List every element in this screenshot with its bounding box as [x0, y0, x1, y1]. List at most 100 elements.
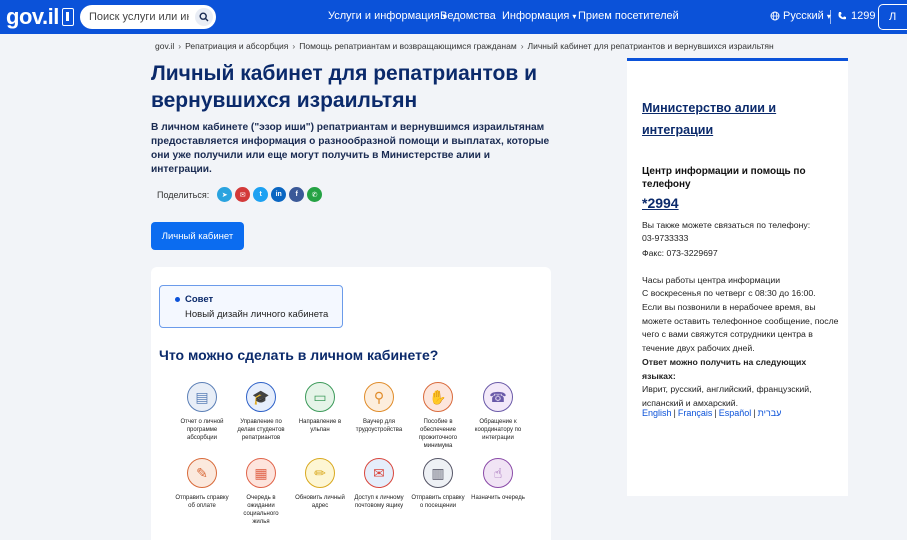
feature-tile-label: Обновить личный адрес — [295, 495, 345, 509]
share-label: Поделиться: — [157, 189, 210, 200]
nav-label: Услуги и информация — [328, 10, 440, 22]
feature-tile[interactable]: ☝ Назначить очередь — [471, 458, 525, 502]
lang-link-english[interactable]: English — [642, 408, 672, 418]
phone-hand-icon: ☎ — [483, 382, 513, 412]
nav-ministries[interactable]: Ведомства — [440, 10, 496, 22]
info-center-heading: Центр информации и помощь по телефону — [642, 166, 806, 190]
feature-tile[interactable]: ✉ Доступ к личному почтовому ящику — [352, 458, 406, 510]
also-phone[interactable]: 03-9733333 — [642, 232, 842, 246]
nav-label: Информация — [502, 10, 570, 22]
also-phone-label: Вы также можете связаться по телефону: — [642, 220, 811, 230]
breadcrumb-separator: › — [292, 41, 296, 51]
globe-icon — [770, 11, 780, 21]
features-card: Совет Новый дизайн личного кабинета Что … — [151, 267, 551, 540]
chevron-down-icon: ▾ — [572, 11, 577, 21]
lang-link-french[interactable]: Français — [678, 408, 713, 418]
feature-tile[interactable]: ✋ Пособие в обеспечение прожиточного мини… — [411, 382, 465, 450]
money-hand-icon: ✋ — [423, 382, 453, 412]
feature-tile[interactable]: ▭ Направление в ульпан — [293, 382, 347, 434]
nav-label: Прием посетителей — [578, 10, 679, 22]
hotline-link[interactable]: *2994 — [642, 195, 679, 211]
feature-tile[interactable]: 🎓 Управление по делам студентов репатриан… — [234, 382, 288, 442]
nav-information[interactable]: Информация ▾ — [502, 10, 576, 22]
linkedin-icon[interactable]: in — [271, 187, 287, 202]
share-bar: Поделиться: ➤ ✉ t in f ✆ — [157, 187, 323, 202]
feature-tile[interactable]: ✎ Отправить справку об оплате — [175, 458, 229, 510]
twitter-icon[interactable]: t — [253, 187, 269, 202]
language-label: Русский — [783, 10, 824, 22]
breadcrumb: gov.il › Репатриация и абсорбция › Помощь … — [155, 41, 774, 51]
lang-link-hebrew[interactable]: עברית — [758, 408, 782, 418]
breadcrumb-current: Личный кабинет для репатриантов и вернув… — [527, 41, 774, 51]
breadcrumb-item[interactable]: Репатриация и абсорбция — [185, 41, 288, 51]
nav-label: Ведомства — [440, 10, 496, 22]
state-emblem-icon — [61, 8, 74, 26]
tip-box: Совет Новый дизайн личного кабинета — [159, 285, 343, 328]
divider — [830, 10, 831, 24]
board-icon: ▭ — [305, 382, 335, 412]
hours: С воскресенья по четверг с 08:30 до 16:0… — [642, 288, 816, 298]
breadcrumb-separator: › — [520, 41, 524, 51]
email-icon[interactable]: ✉ — [235, 187, 251, 202]
languages-text: Иврит, русский, английский, французский,… — [642, 384, 812, 408]
feature-tile-label: Назначить очередь — [471, 495, 525, 501]
graduation-icon: 🎓 — [246, 382, 276, 412]
whatsapp-icon[interactable]: ✆ — [307, 187, 323, 202]
document-pen-icon: ✎ — [187, 458, 217, 488]
breadcrumb-item[interactable]: gov.il — [155, 41, 174, 51]
after-hours-note: Если вы позвонили в нерабочее время, вы … — [642, 302, 839, 353]
calendar-icon: ▦ — [246, 458, 276, 488]
divider: | — [673, 408, 676, 418]
phone-number: 1299 — [851, 10, 876, 22]
login-button[interactable]: Л — [878, 4, 907, 30]
feature-tile-label: Пособие в обеспечение прожиточного миним… — [418, 419, 458, 449]
calendar-touch-icon: ☝ — [483, 458, 513, 488]
language-selector[interactable]: Русский ▾ — [770, 10, 831, 22]
phone-link[interactable]: 1299 — [837, 10, 875, 22]
feature-tile[interactable]: ▦ Очередь в ожидании социального жилья — [234, 458, 288, 526]
bullet-icon — [175, 297, 180, 302]
feature-tile[interactable]: ▤ Отчет о личной программе абсорбции — [175, 382, 229, 442]
search-box — [80, 5, 216, 29]
feature-tile[interactable]: ✏ Обновить личный адрес — [293, 458, 347, 510]
facebook-icon[interactable]: f — [289, 187, 305, 202]
feature-tile-label: Управление по делам студентов репатриант… — [237, 419, 285, 441]
languages-heading: Ответ можно получить на следующих языках… — [642, 357, 807, 381]
divider: | — [714, 408, 717, 418]
feature-tile-label: Доступ к личному почтовому ящику — [354, 495, 404, 509]
clipboard-icon: ▥ — [423, 458, 453, 488]
breadcrumb-item[interactable]: Помощь репатриантам и возвращающимся гра… — [299, 41, 516, 51]
feature-tile-label: Направление в ульпан — [298, 419, 342, 433]
tip-link[interactable]: Новый дизайн личного кабинета — [185, 309, 328, 320]
search-input[interactable] — [89, 11, 189, 23]
telegram-icon[interactable]: ➤ — [217, 187, 233, 202]
divider: | — [753, 408, 756, 418]
login-label: Л — [889, 11, 897, 23]
nav-services-info[interactable]: Услуги и информация ▾ — [328, 10, 447, 22]
lang-link-spanish[interactable]: Español — [719, 408, 752, 418]
report-icon: ▤ — [187, 382, 217, 412]
phone-icon — [838, 12, 846, 20]
page-title: Личный кабинет для репатриантов и вернув… — [151, 62, 537, 112]
feature-tile-label: Очередь в ожидании социального жилья — [243, 495, 279, 525]
search-button[interactable] — [195, 8, 213, 26]
hours-title: Часы работы центра информации — [642, 275, 781, 285]
nav-reception[interactable]: Прием посетителей — [578, 10, 679, 22]
feature-tile-label: Ваучер для трудоустройства — [355, 419, 403, 433]
breadcrumb-separator: › — [178, 41, 182, 51]
feature-tile[interactable]: ☎ Обращение к координатору по интеграции — [471, 382, 525, 442]
feature-tile-label: Отправить справку об оплате — [175, 495, 229, 509]
contact-sidebar: Министерство алии и интеграции Центр инф… — [627, 58, 848, 496]
search-person-icon: ⚲ — [364, 382, 394, 412]
search-icon — [199, 12, 209, 22]
page-intro: В личном кабинете ("эзор иши") репатриан… — [151, 122, 550, 175]
language-links: English | Français | Español | עברית — [642, 408, 781, 418]
personal-cabinet-button[interactable]: Личный кабинет — [151, 222, 244, 250]
button-label: Личный кабинет — [161, 230, 234, 242]
feature-tile[interactable]: ⚲ Ваучер для трудоустройства — [352, 382, 406, 434]
ministry-link[interactable]: Министерство алии и интеграции — [642, 97, 832, 141]
feature-tile[interactable]: ▥ Отправить справку о посещении — [411, 458, 465, 510]
gov-il-logo[interactable]: gov.il — [6, 4, 74, 30]
feature-tile-label: Отчет о личной программе абсорбции — [180, 419, 224, 441]
logo-text: gov.il — [6, 4, 59, 29]
